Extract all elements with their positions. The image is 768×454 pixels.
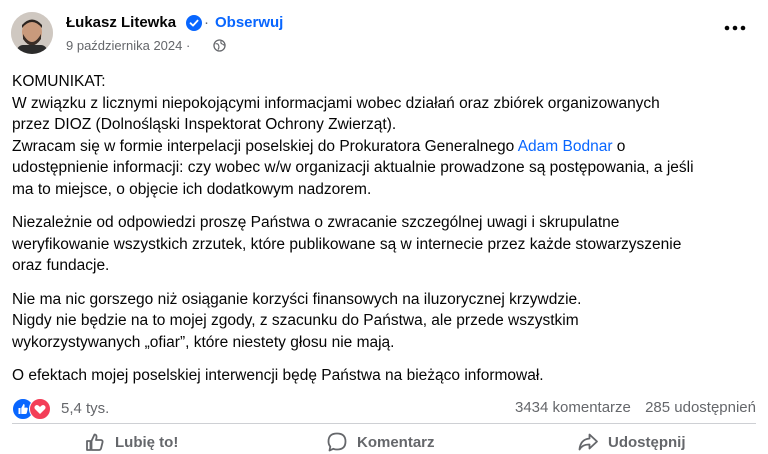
paragraph-2: Niezależnie od odpowiedzi proszę Państwa… bbox=[12, 212, 760, 277]
mention-link[interactable]: Adam Bodnar bbox=[518, 138, 613, 155]
comment-button-label: Komentarz bbox=[357, 433, 435, 451]
text-line: O efektach mojej poselskiej interwencji … bbox=[12, 367, 544, 384]
text-line: o bbox=[612, 137, 626, 155]
text-line: przez DIOZ (Dolnośląski Inspektorat Ochr… bbox=[12, 116, 397, 133]
post-card: Łukasz Litewka · Obserwuj 9 października… bbox=[0, 0, 768, 454]
post-date[interactable]: 9 października 2024 · bbox=[66, 38, 190, 53]
like-button[interactable]: Lubię to! bbox=[84, 430, 178, 454]
text-line: Niezależnie od odpowiedzi proszę Państwa… bbox=[12, 214, 620, 231]
thumbs-up-icon bbox=[86, 433, 104, 451]
comment-button[interactable]: Komentarz bbox=[326, 430, 435, 454]
love-reaction-icon bbox=[29, 398, 51, 420]
engagement-stats: 3434 komentarze 285 udostępnień bbox=[505, 399, 756, 416]
follow-button[interactable]: Obserwuj bbox=[215, 14, 283, 31]
paragraph-3: Nie ma nic gorszego niż osiąganie korzyś… bbox=[12, 289, 760, 354]
avatar[interactable] bbox=[11, 12, 53, 54]
text-line: Zwracam się w formie interpelacji posels… bbox=[12, 137, 518, 155]
text-line: udostępnienie informacji: czy wobec w/w … bbox=[12, 159, 694, 176]
globe-icon bbox=[213, 39, 226, 52]
paragraph-1: KOMUNIKAT: W związku z licznymi niepokoj… bbox=[12, 71, 760, 200]
comments-count[interactable]: 3434 komentarze bbox=[515, 399, 631, 416]
reactions-count: 5,4 tys. bbox=[61, 400, 110, 417]
comment-icon bbox=[327, 432, 347, 452]
verified-badge-icon bbox=[186, 15, 202, 31]
text-line: Nigdy nie będzie na to mojej zgody, z sz… bbox=[12, 312, 579, 329]
text-line: weryfikowanie wszystkich zrzutek, które … bbox=[12, 235, 682, 253]
header-separator: · bbox=[204, 14, 209, 31]
author-name[interactable]: Łukasz Litewka bbox=[66, 14, 176, 31]
post-text: KOMUNIKAT: W związku z licznymi niepokoj… bbox=[12, 71, 760, 399]
more-options-icon[interactable] bbox=[723, 22, 747, 34]
share-button[interactable]: Udostępnij bbox=[577, 430, 686, 454]
text-line: oraz fundacje. bbox=[12, 257, 110, 274]
share-button-label: Udostępnij bbox=[608, 433, 686, 451]
text-line: Nie ma nic gorszego niż osiąganie korzyś… bbox=[12, 290, 582, 308]
actions-divider bbox=[12, 423, 756, 424]
shares-count[interactable]: 285 udostępnień bbox=[645, 399, 756, 416]
text-line: ma to miejsce, o objęcie ich dodatkowym … bbox=[12, 180, 372, 198]
like-button-label: Lubię to! bbox=[115, 433, 179, 451]
paragraph-4: O efektach mojej poselskiej interwencji … bbox=[12, 365, 760, 387]
text-line: KOMUNIKAT: bbox=[12, 73, 106, 90]
avatar-photo bbox=[11, 12, 53, 54]
text-line: wykorzystywanych „ofiar”, które niestety… bbox=[12, 333, 395, 351]
text-line: W związku z licznymi niepokojącymi infor… bbox=[12, 94, 660, 112]
share-icon bbox=[578, 433, 598, 451]
